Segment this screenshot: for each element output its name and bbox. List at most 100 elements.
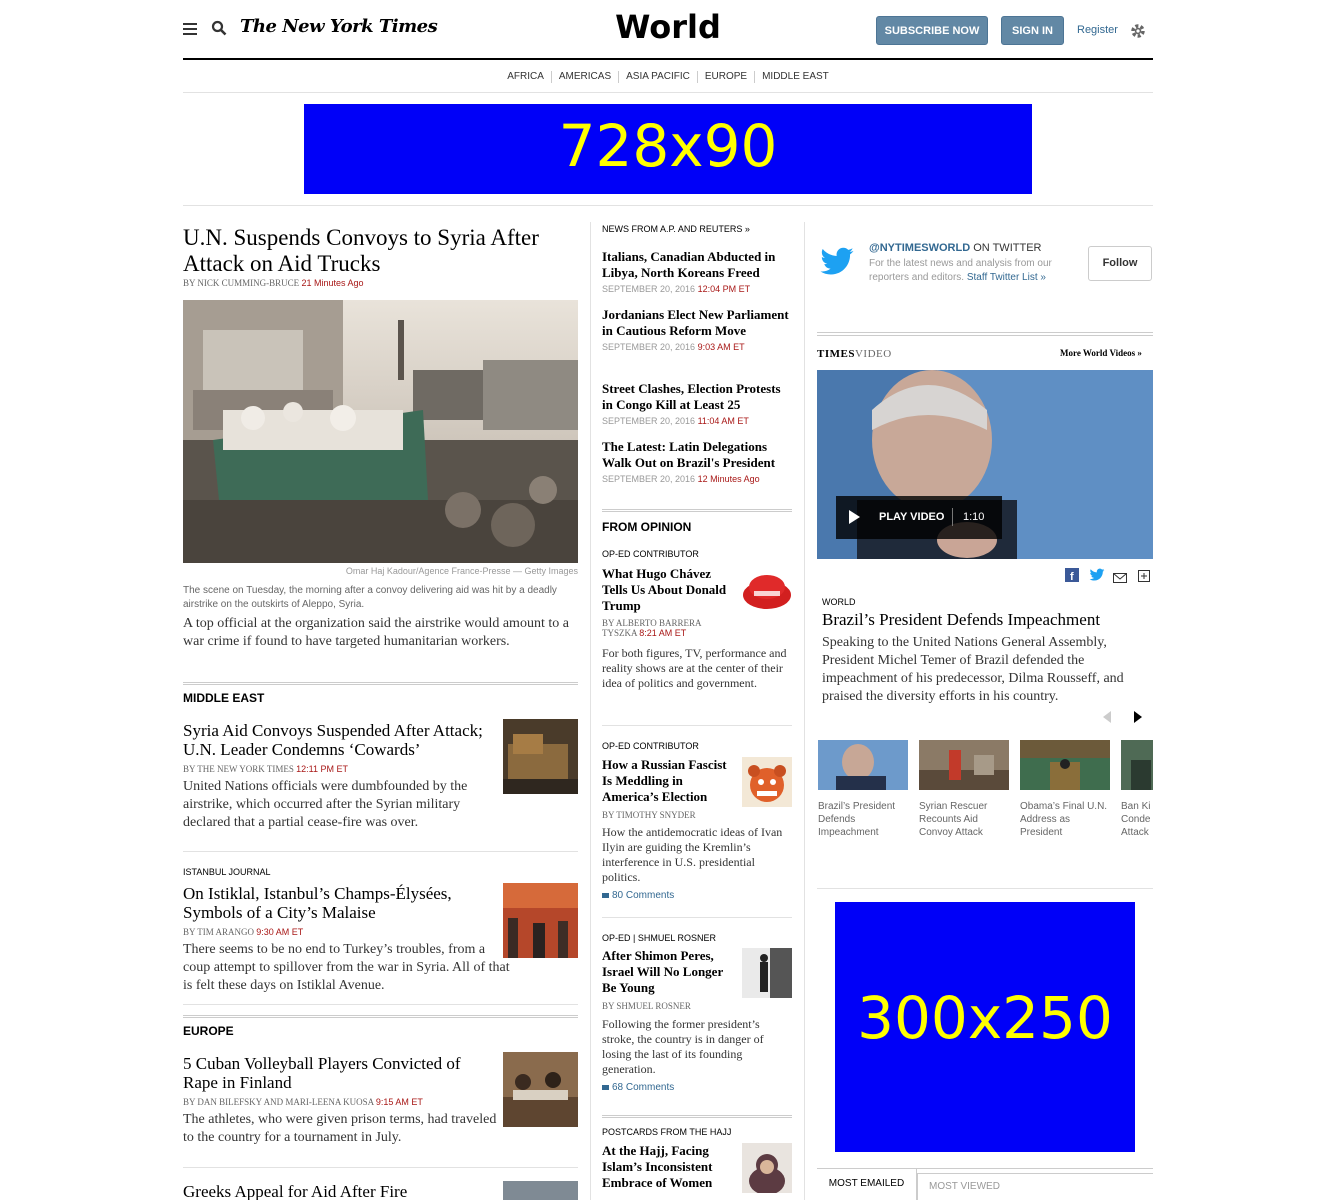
wire-item[interactable]: Italians, Canadian Abducted in Libya, No… [602, 249, 792, 294]
gear-icon[interactable] [1129, 22, 1147, 40]
story-summary: The athletes, who were given prison term… [183, 1112, 497, 1145]
opinion-heading[interactable]: From Opinion [602, 509, 792, 534]
nav-middle-east[interactable]: MIDDLE EAST [754, 71, 836, 83]
wire-timestamp: September 20, 2016 9:03 AM ET [602, 342, 745, 352]
opinion-summary: For both figures, TV, performance and re… [602, 646, 787, 690]
search-icon[interactable] [211, 20, 227, 36]
video-thumb-item[interactable]: Brazil’s President Defends Impeachment [818, 740, 910, 839]
sign-in-button[interactable]: Sign In [1001, 16, 1064, 45]
nav-africa[interactable]: AFRICA [500, 71, 551, 83]
more-videos-link[interactable]: More World Videos » [1060, 348, 1142, 358]
divider [183, 1004, 578, 1005]
video-player[interactable]: PLAY VIDEO 1:10 [817, 370, 1153, 559]
wire-item[interactable]: The Latest: Latin Delegations Walk Out o… [602, 439, 792, 484]
nav-americas[interactable]: AMERICAS [550, 71, 618, 83]
wire-timestamp: September 20, 2016 11:04 AM ET [602, 416, 749, 426]
opinion-headline[interactable]: How a Russian Fascist Is Meddling in Ame… [602, 757, 737, 805]
side-ad-box[interactable]: 300x250 [835, 902, 1135, 1152]
section-heading-middle-east[interactable]: Middle East [183, 682, 578, 705]
opinion-summary: How the antidemocratic ideas of Ivan Ily… [602, 825, 783, 884]
nyt-logo[interactable]: The New York Times [240, 16, 438, 37]
story-thumbnail[interactable] [503, 719, 578, 794]
opinion-byline: By TIMOTHY SNYDER [602, 810, 696, 820]
section-nav: AFRICA AMERICAS ASIA PACIFIC EUROPE MIDD… [183, 62, 1153, 93]
story-thumbnail[interactable] [503, 1052, 578, 1127]
story-thumbnail[interactable] [503, 883, 578, 958]
story-headline[interactable]: On Istiklal, Istanbul’s Champs-Élysées, … [183, 884, 495, 922]
story-headline[interactable]: 5 Cuban Volleyball Players Convicted of … [183, 1054, 495, 1092]
popular-tabs: Most Emailed Most Viewed [817, 1168, 1153, 1200]
play-video-label: PLAY VIDEO [879, 511, 945, 523]
opinion-headline[interactable]: What Hugo Chávez Tells Us About Donald T… [602, 566, 737, 614]
nav-asia-pacific[interactable]: ASIA PACIFIC [618, 71, 697, 83]
story-headline[interactable]: Greeks Appeal for Aid After Fire [183, 1182, 495, 1200]
wire-heading[interactable]: News from A.P. and Reuters » [602, 224, 750, 234]
wire-headline[interactable]: Italians, Canadian Abducted in Libya, No… [602, 249, 792, 281]
lead-headline[interactable]: U.N. Suspends Convoys to Syria After Att… [183, 225, 578, 277]
wire-item[interactable]: Jordanians Elect New Parliament in Cauti… [602, 307, 792, 352]
video-kicker: World [822, 597, 856, 607]
email-icon[interactable] [1113, 570, 1127, 583]
twitter-handle[interactable]: @NYTIMESWORLD ON TWITTER [869, 242, 1041, 254]
video-thumb-item[interactable]: Syrian Rescuer Recounts Aid Convoy Attac… [919, 740, 1011, 839]
video-headline[interactable]: Brazil’s President Defends Impeachment [822, 610, 1100, 630]
play-icon [849, 510, 860, 524]
lead-summary: A top official at the organization said … [183, 616, 569, 649]
comments-link[interactable]: 80 Comments [602, 890, 674, 901]
video-thumb-caption: Brazil’s President Defends Impeachment [818, 801, 896, 838]
story-kicker: Istanbul Journal [183, 867, 271, 877]
opinion-headline[interactable]: At the Hajj, Facing Islam’s Inconsistent… [602, 1143, 737, 1191]
opinion-thumbnail[interactable] [742, 757, 792, 807]
follow-button[interactable]: Follow [1088, 246, 1152, 281]
wire-timestamp: September 20, 2016 12 Minutes Ago [602, 474, 760, 484]
nav-europe[interactable]: EUROPE [696, 71, 754, 83]
video-duration: 1:10 [963, 511, 985, 523]
video-thumb-item[interactable]: Ban Ki Conde Attack [1121, 740, 1153, 839]
twitter-icon[interactable] [1089, 568, 1105, 582]
facebook-icon[interactable]: f [1065, 568, 1079, 583]
story-summary: There seems to be no end to Turkey’s tro… [183, 942, 510, 993]
staff-twitter-list-link[interactable]: Staff Twitter List » [967, 272, 1046, 283]
opinion-thumbnail[interactable] [742, 948, 792, 998]
top-ad-banner[interactable]: 728x90 [304, 104, 1032, 194]
opinion-byline: By SHMUEL ROSNER [602, 1001, 691, 1011]
lead-photo[interactable] [183, 300, 578, 563]
divider [602, 917, 792, 918]
wire-item[interactable]: Street Clashes, Election Protests in Con… [602, 381, 792, 426]
divider [183, 851, 578, 852]
story-byline: By TIM ARANGO 9:30 AM ET [183, 927, 304, 937]
opinion-headline[interactable]: After Shimon Peres, Israel Will No Longe… [602, 948, 737, 996]
opinion-kicker: Op-Ed Contributor [602, 741, 699, 751]
share-more-icon[interactable] [1138, 569, 1150, 582]
masthead: The New York Times World Subscribe Now S… [183, 0, 1153, 60]
video-carousel: Brazil’s President Defends Impeachment S… [818, 740, 1153, 840]
tab-most-emailed[interactable]: Most Emailed [817, 1169, 917, 1200]
opinion-thumbnail[interactable] [742, 1143, 792, 1195]
story-thumbnail[interactable] [503, 1181, 578, 1200]
comments-link[interactable]: 68 Comments [602, 1082, 674, 1093]
section-heading-europe[interactable]: Europe [183, 1015, 578, 1038]
opinion-kicker: Op-Ed Contributor [602, 549, 699, 559]
wire-headline[interactable]: Jordanians Elect New Parliament in Cauti… [602, 307, 792, 339]
play-video-button[interactable]: PLAY VIDEO 1:10 [836, 496, 1002, 539]
video-thumb-caption: Obama’s Final U.N. Address as President [1020, 801, 1108, 838]
carousel-next-icon[interactable] [1133, 710, 1143, 723]
photo-credit: Omar Haj Kadour/Agence France-Presse — G… [345, 566, 578, 576]
wire-headline[interactable]: Street Clashes, Election Protests in Con… [602, 381, 792, 413]
register-link[interactable]: Register [1077, 24, 1118, 36]
divider [817, 332, 1153, 336]
story-headline[interactable]: Syria Aid Convoys Suspended After Attack… [183, 721, 495, 759]
video-thumb-item[interactable]: Obama’s Final U.N. Address as President [1020, 740, 1112, 839]
wire-timestamp: September 20, 2016 12:04 PM ET [602, 284, 751, 294]
menu-icon[interactable] [183, 23, 197, 35]
wire-headline[interactable]: The Latest: Latin Delegations Walk Out o… [602, 439, 792, 471]
twitter-description: For the latest news and analysis from ou… [869, 258, 1052, 283]
tab-most-viewed[interactable]: Most Viewed [917, 1173, 1153, 1200]
divider [817, 888, 1153, 889]
video-thumb-caption: Ban Ki Conde Attack [1121, 801, 1151, 838]
opinion-thumbnail[interactable] [742, 565, 792, 615]
video-summary: Speaking to the United Nations General A… [822, 635, 1124, 704]
subscribe-button[interactable]: Subscribe Now [876, 16, 988, 45]
lead-byline: By NICK CUMMING-BRUCE 21 Minutes Ago [183, 278, 364, 288]
carousel-prev-icon[interactable] [1102, 710, 1112, 723]
